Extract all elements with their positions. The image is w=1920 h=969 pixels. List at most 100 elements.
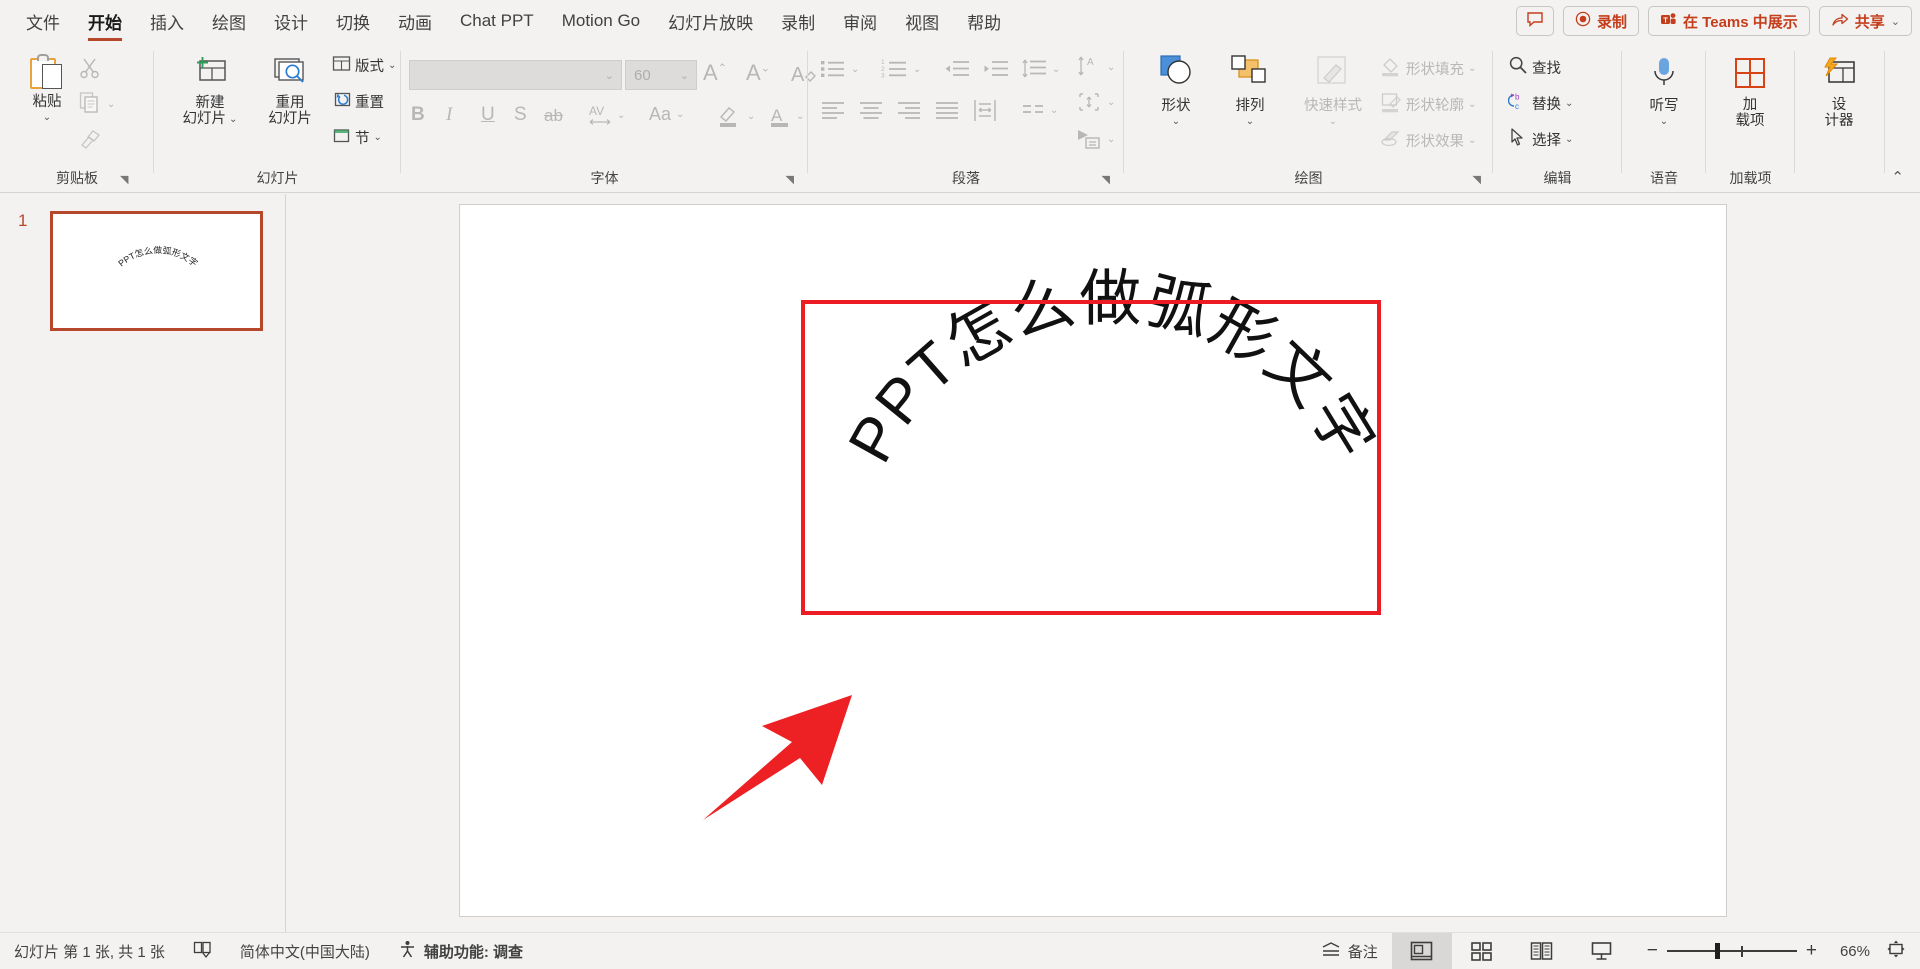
fit-slide-to-window-button[interactable] [1878, 939, 1920, 963]
increase-indent-button[interactable] [983, 59, 1009, 84]
clipboard-dialog-launcher[interactable]: ◥ [120, 173, 128, 186]
align-center-button[interactable] [858, 100, 884, 127]
shape-effects-chevron-down-icon[interactable]: ⌄ [1468, 135, 1476, 146]
align-right-button[interactable] [896, 100, 922, 127]
slide-thumbnail-1[interactable]: PPT怎么做弧形文字 [50, 211, 263, 331]
reuse-slides-button[interactable]: 重用 幻灯片 [254, 54, 326, 128]
character-spacing-button[interactable]: AV ⌄ [587, 102, 625, 128]
zoom-slider-track[interactable] [1666, 943, 1797, 959]
shape-outline-button[interactable]: 形状轮廓 ⌄ [1380, 91, 1476, 117]
increase-font-size-button[interactable]: A⌃ [703, 60, 727, 86]
replace-button[interactable]: bc 替换 ⌄ [1507, 91, 1573, 115]
share-chevron-down-icon[interactable]: ⌄ [1891, 15, 1900, 28]
tab-animations[interactable]: 动画 [384, 0, 446, 42]
section-button[interactable]: 节 ⌄ [332, 126, 382, 149]
layout-chevron-down-icon[interactable]: ⌄ [388, 60, 396, 71]
addins-button[interactable]: 加 载项 [1716, 56, 1784, 130]
accessibility-indicator[interactable]: 辅助功能: 调查 [384, 933, 537, 969]
numbering-chevron-down-icon[interactable]: ⌄ [913, 64, 921, 75]
underline-button[interactable]: U [481, 104, 495, 126]
justify-button[interactable] [934, 100, 960, 127]
zoom-percentage-label[interactable]: 66% [1832, 943, 1878, 960]
font-name-input[interactable]: ⌄ [409, 60, 622, 90]
view-slide-sorter-button[interactable] [1452, 933, 1512, 969]
select-button[interactable]: 选择 ⌄ [1508, 127, 1573, 151]
numbering-button[interactable]: 123 ⌄ [881, 58, 921, 80]
smartart-chevron-down-icon[interactable]: ⌄ [1107, 134, 1115, 145]
tab-motion-go[interactable]: Motion Go [548, 0, 654, 42]
font-color-button[interactable]: A ⌄ [769, 102, 804, 130]
red-arrow-annotation[interactable] [700, 685, 880, 825]
tab-insert[interactable]: 插入 [136, 0, 198, 42]
paste-button[interactable]: 粘贴 ⌄ [14, 54, 80, 123]
text-highlight-chevron-down-icon[interactable]: ⌄ [747, 111, 755, 122]
paragraph-dialog-launcher[interactable]: ◥ [1102, 173, 1110, 186]
font-color-chevron-down-icon[interactable]: ⌄ [796, 111, 804, 122]
strikethrough-button[interactable]: ab [544, 106, 563, 126]
zoom-in-button[interactable]: + [1797, 940, 1826, 962]
view-normal-button[interactable] [1391, 932, 1452, 969]
bold-button[interactable]: B [411, 104, 425, 126]
shape-outline-chevron-down-icon[interactable]: ⌄ [1468, 99, 1476, 110]
designer-button[interactable]: 设 计器 [1805, 56, 1873, 130]
view-slideshow-button[interactable] [1572, 933, 1632, 969]
change-case-chevron-down-icon[interactable]: ⌄ [676, 109, 684, 120]
font-size-chevron-down-icon[interactable]: ⌄ [673, 69, 696, 82]
text-direction-chevron-down-icon[interactable]: ⌄ [1107, 62, 1115, 73]
tab-slideshow[interactable]: 幻灯片放映 [654, 0, 767, 42]
present-in-teams-button[interactable]: T 在 Teams 中展示 [1648, 6, 1810, 36]
zoom-slider-handle[interactable] [1714, 943, 1720, 959]
tab-draw[interactable]: 绘图 [198, 0, 260, 42]
columns-chevron-down-icon[interactable]: ⌄ [1050, 105, 1058, 116]
cut-button[interactable] [78, 56, 102, 85]
shape-fill-chevron-down-icon[interactable]: ⌄ [1468, 63, 1476, 74]
arrange-button[interactable]: 排列 ⌄ [1216, 54, 1284, 128]
font-size-input[interactable]: 60 ⌄ [625, 60, 697, 90]
tab-chat-ppt[interactable]: Chat PPT [446, 0, 548, 42]
tab-transitions[interactable]: 切换 [322, 0, 384, 42]
tab-home[interactable]: 开始 [74, 0, 136, 42]
text-highlight-button[interactable]: ⌄ [716, 102, 755, 130]
decrease-font-size-button[interactable]: A⌄ [746, 60, 770, 86]
quick-styles-button[interactable]: 快速样式 ⌄ [1290, 54, 1376, 128]
tab-file[interactable]: 文件 [12, 0, 74, 42]
quick-styles-chevron-down-icon[interactable]: ⌄ [1329, 116, 1337, 127]
font-dialog-launcher[interactable]: ◥ [786, 173, 794, 186]
reset-button[interactable]: 重置 [332, 90, 384, 113]
font-name-chevron-down-icon[interactable]: ⌄ [598, 69, 621, 82]
text-shadow-button[interactable]: S [514, 104, 527, 126]
paste-chevron-down-icon[interactable]: ⌄ [43, 112, 51, 123]
zoom-out-button[interactable]: − [1638, 940, 1667, 962]
dictate-chevron-down-icon[interactable]: ⌄ [1660, 116, 1668, 127]
columns-button[interactable]: ⌄ [1021, 100, 1058, 120]
comment-button[interactable] [1516, 6, 1554, 36]
align-text-button[interactable]: ⌄ [1076, 90, 1115, 114]
slide-count-indicator[interactable]: 幻灯片 第 1 张, 共 1 张 [0, 933, 179, 969]
slide-editing-surface[interactable]: PPT怎么做弧形文字 [459, 204, 1727, 917]
layout-button[interactable]: 版式 ⌄ [332, 54, 396, 77]
tab-view[interactable]: 视图 [891, 0, 953, 42]
new-slide-chevron-down-icon[interactable]: ⌄ [229, 114, 237, 125]
format-painter-button[interactable] [78, 126, 102, 155]
shape-fill-button[interactable]: 形状填充 ⌄ [1380, 55, 1476, 81]
copy-button[interactable]: ⌄ [78, 90, 115, 119]
align-text-chevron-down-icon[interactable]: ⌄ [1107, 97, 1115, 108]
align-left-button[interactable] [820, 100, 846, 127]
red-rectangle-annotation[interactable] [801, 300, 1381, 615]
dictate-button[interactable]: 听写 ⌄ [1630, 56, 1698, 128]
language-indicator[interactable]: 简体中文(中国大陆) [226, 933, 384, 969]
bullets-chevron-down-icon[interactable]: ⌄ [851, 64, 859, 75]
arrange-chevron-down-icon[interactable]: ⌄ [1246, 116, 1254, 127]
collapse-ribbon-button[interactable]: ⌃ [1891, 168, 1904, 186]
share-button[interactable]: 共享 ⌄ [1818, 6, 1912, 36]
convert-to-smartart-button[interactable]: ⌄ [1076, 127, 1115, 151]
shapes-button[interactable]: 形状 ⌄ [1142, 54, 1210, 128]
drawing-dialog-launcher[interactable]: ◥ [1473, 173, 1481, 186]
copy-chevron-down-icon[interactable]: ⌄ [107, 99, 115, 110]
line-spacing-button[interactable]: ⌄ [1021, 58, 1060, 80]
section-chevron-down-icon[interactable]: ⌄ [374, 132, 382, 143]
notes-button[interactable]: 备注 [1307, 933, 1392, 969]
shape-effects-button[interactable]: 形状效果 ⌄ [1380, 127, 1476, 153]
decrease-indent-button[interactable] [944, 59, 970, 84]
tab-help[interactable]: 帮助 [953, 0, 1015, 42]
